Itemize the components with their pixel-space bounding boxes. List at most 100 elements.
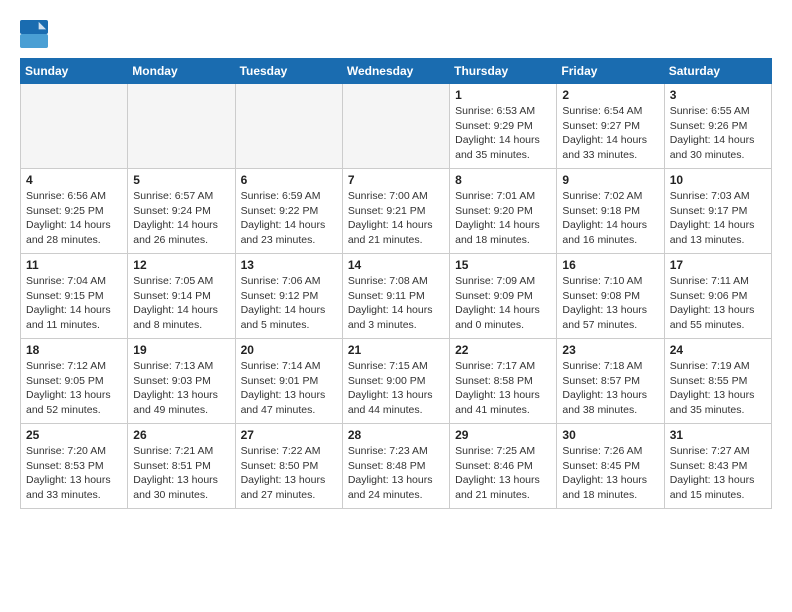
weekday-header: Tuesday	[235, 59, 342, 84]
calendar-cell: 12 Sunrise: 7:05 AMSunset: 9:14 PMDayligh…	[128, 254, 235, 339]
day-info: Sunrise: 7:26 AMSunset: 8:45 PMDaylight:…	[562, 444, 658, 503]
day-info: Sunrise: 7:15 AMSunset: 9:00 PMDaylight:…	[348, 359, 444, 418]
day-info: Sunrise: 7:18 AMSunset: 8:57 PMDaylight:…	[562, 359, 658, 418]
day-number: 19	[133, 343, 229, 357]
calendar-cell: 27Sunrise: 7:22 AMSunset: 8:50 PMDayligh…	[235, 424, 342, 509]
day-number: 30	[562, 428, 658, 442]
day-number: 28	[348, 428, 444, 442]
day-info: Sunrise: 6:59 AMSunset: 9:22 PMDaylight:…	[241, 189, 337, 248]
day-number: 5	[133, 173, 229, 187]
day-number: 4	[26, 173, 122, 187]
calendar-cell: 10 Sunrise: 7:03 AMSunset: 9:17 PMDayligh…	[664, 169, 771, 254]
calendar-week-row: 25 Sunrise: 7:20 AMSunset: 8:53 PMDayligh…	[21, 424, 772, 509]
day-number: 15	[455, 258, 551, 272]
calendar-cell: 4 Sunrise: 6:56 AMSunset: 9:25 PMDaylight…	[21, 169, 128, 254]
day-info: Sunrise: 6:55 AMSunset: 9:26 PMDaylight:…	[670, 104, 766, 163]
day-info: Sunrise: 7:05 AMSunset: 9:14 PMDaylight:…	[133, 274, 229, 333]
weekday-header: Sunday	[21, 59, 128, 84]
calendar-cell: 9 Sunrise: 7:02 AMSunset: 9:18 PMDaylight…	[557, 169, 664, 254]
calendar-cell	[21, 84, 128, 169]
day-number: 14	[348, 258, 444, 272]
day-number: 9	[562, 173, 658, 187]
calendar-week-row: 18 Sunrise: 7:12 AMSunset: 9:05 PMDayligh…	[21, 339, 772, 424]
day-info: Sunrise: 7:04 AMSunset: 9:15 PMDaylight:…	[26, 274, 122, 333]
day-info: Sunrise: 7:02 AMSunset: 9:18 PMDaylight:…	[562, 189, 658, 248]
day-info: Sunrise: 7:11 AMSunset: 9:06 PMDaylight:…	[670, 274, 766, 333]
calendar-cell: 5 Sunrise: 6:57 AMSunset: 9:24 PMDaylight…	[128, 169, 235, 254]
calendar-cell: 3Sunrise: 6:55 AMSunset: 9:26 PMDaylight…	[664, 84, 771, 169]
day-number: 1	[455, 88, 551, 102]
calendar-cell: 23 Sunrise: 7:18 AMSunset: 8:57 PMDayligh…	[557, 339, 664, 424]
calendar-cell: 20 Sunrise: 7:14 AMSunset: 9:01 PMDayligh…	[235, 339, 342, 424]
day-info: Sunrise: 7:14 AMSunset: 9:01 PMDaylight:…	[241, 359, 337, 418]
day-info: Sunrise: 7:12 AMSunset: 9:05 PMDaylight:…	[26, 359, 122, 418]
day-info: Sunrise: 6:57 AMSunset: 9:24 PMDaylight:…	[133, 189, 229, 248]
day-number: 18	[26, 343, 122, 357]
day-number: 11	[26, 258, 122, 272]
calendar-cell: 21 Sunrise: 7:15 AMSunset: 9:00 PMDayligh…	[342, 339, 449, 424]
day-number: 22	[455, 343, 551, 357]
logo	[20, 20, 52, 48]
day-info: Sunrise: 7:09 AMSunset: 9:09 PMDaylight:…	[455, 274, 551, 333]
calendar-week-row: 4 Sunrise: 6:56 AMSunset: 9:25 PMDaylight…	[21, 169, 772, 254]
day-info: Sunrise: 7:10 AMSunset: 9:08 PMDaylight:…	[562, 274, 658, 333]
day-info: Sunrise: 7:03 AMSunset: 9:17 PMDaylight:…	[670, 189, 766, 248]
day-info: Sunrise: 6:53 AMSunset: 9:29 PMDaylight:…	[455, 104, 551, 163]
calendar-cell: 31Sunrise: 7:27 AMSunset: 8:43 PMDayligh…	[664, 424, 771, 509]
calendar-cell: 7 Sunrise: 7:00 AMSunset: 9:21 PMDaylight…	[342, 169, 449, 254]
day-info: Sunrise: 7:20 AMSunset: 8:53 PMDaylight:…	[26, 444, 122, 503]
weekday-header: Friday	[557, 59, 664, 84]
day-info: Sunrise: 7:06 AMSunset: 9:12 PMDaylight:…	[241, 274, 337, 333]
day-number: 23	[562, 343, 658, 357]
day-number: 16	[562, 258, 658, 272]
calendar-cell: 25 Sunrise: 7:20 AMSunset: 8:53 PMDayligh…	[21, 424, 128, 509]
day-number: 8	[455, 173, 551, 187]
day-info: Sunrise: 7:21 AMSunset: 8:51 PMDaylight:…	[133, 444, 229, 503]
calendar-cell: 1 Sunrise: 6:53 AMSunset: 9:29 PMDaylight…	[450, 84, 557, 169]
day-number: 29	[455, 428, 551, 442]
day-number: 17	[670, 258, 766, 272]
day-info: Sunrise: 7:13 AMSunset: 9:03 PMDaylight:…	[133, 359, 229, 418]
day-number: 2	[562, 88, 658, 102]
day-number: 27	[241, 428, 337, 442]
day-info: Sunrise: 7:19 AMSunset: 8:55 PMDaylight:…	[670, 359, 766, 418]
calendar-cell: 2 Sunrise: 6:54 AMSunset: 9:27 PMDaylight…	[557, 84, 664, 169]
day-number: 12	[133, 258, 229, 272]
calendar-week-row: 11 Sunrise: 7:04 AMSunset: 9:15 PMDayligh…	[21, 254, 772, 339]
day-info: Sunrise: 7:23 AMSunset: 8:48 PMDaylight:…	[348, 444, 444, 503]
day-info: Sunrise: 7:00 AMSunset: 9:21 PMDaylight:…	[348, 189, 444, 248]
page-header	[20, 20, 772, 48]
calendar-cell: 13 Sunrise: 7:06 AMSunset: 9:12 PMDayligh…	[235, 254, 342, 339]
day-number: 13	[241, 258, 337, 272]
weekday-header: Saturday	[664, 59, 771, 84]
day-number: 21	[348, 343, 444, 357]
calendar-cell: 17 Sunrise: 7:11 AMSunset: 9:06 PMDayligh…	[664, 254, 771, 339]
calendar-body: 1 Sunrise: 6:53 AMSunset: 9:29 PMDaylight…	[21, 84, 772, 509]
weekday-header: Wednesday	[342, 59, 449, 84]
day-number: 24	[670, 343, 766, 357]
calendar: SundayMondayTuesdayWednesdayThursdayFrid…	[20, 58, 772, 509]
calendar-cell: 16 Sunrise: 7:10 AMSunset: 9:08 PMDayligh…	[557, 254, 664, 339]
calendar-cell: 11 Sunrise: 7:04 AMSunset: 9:15 PMDayligh…	[21, 254, 128, 339]
day-number: 20	[241, 343, 337, 357]
day-info: Sunrise: 7:27 AMSunset: 8:43 PMDaylight:…	[670, 444, 766, 503]
calendar-cell: 8Sunrise: 7:01 AMSunset: 9:20 PMDaylight…	[450, 169, 557, 254]
calendar-cell: 14 Sunrise: 7:08 AMSunset: 9:11 PMDayligh…	[342, 254, 449, 339]
calendar-cell	[342, 84, 449, 169]
calendar-cell: 19 Sunrise: 7:13 AMSunset: 9:03 PMDayligh…	[128, 339, 235, 424]
weekday-header: Monday	[128, 59, 235, 84]
calendar-cell: 6 Sunrise: 6:59 AMSunset: 9:22 PMDaylight…	[235, 169, 342, 254]
calendar-cell: 18 Sunrise: 7:12 AMSunset: 9:05 PMDayligh…	[21, 339, 128, 424]
day-number: 6	[241, 173, 337, 187]
calendar-cell	[128, 84, 235, 169]
day-info: Sunrise: 6:56 AMSunset: 9:25 PMDaylight:…	[26, 189, 122, 248]
day-info: Sunrise: 6:54 AMSunset: 9:27 PMDaylight:…	[562, 104, 658, 163]
calendar-cell: 28 Sunrise: 7:23 AMSunset: 8:48 PMDayligh…	[342, 424, 449, 509]
weekday-header: Thursday	[450, 59, 557, 84]
day-info: Sunrise: 7:17 AMSunset: 8:58 PMDaylight:…	[455, 359, 551, 418]
day-number: 10	[670, 173, 766, 187]
day-info: Sunrise: 7:08 AMSunset: 9:11 PMDaylight:…	[348, 274, 444, 333]
day-number: 7	[348, 173, 444, 187]
calendar-cell: 22 Sunrise: 7:17 AMSunset: 8:58 PMDayligh…	[450, 339, 557, 424]
day-number: 25	[26, 428, 122, 442]
